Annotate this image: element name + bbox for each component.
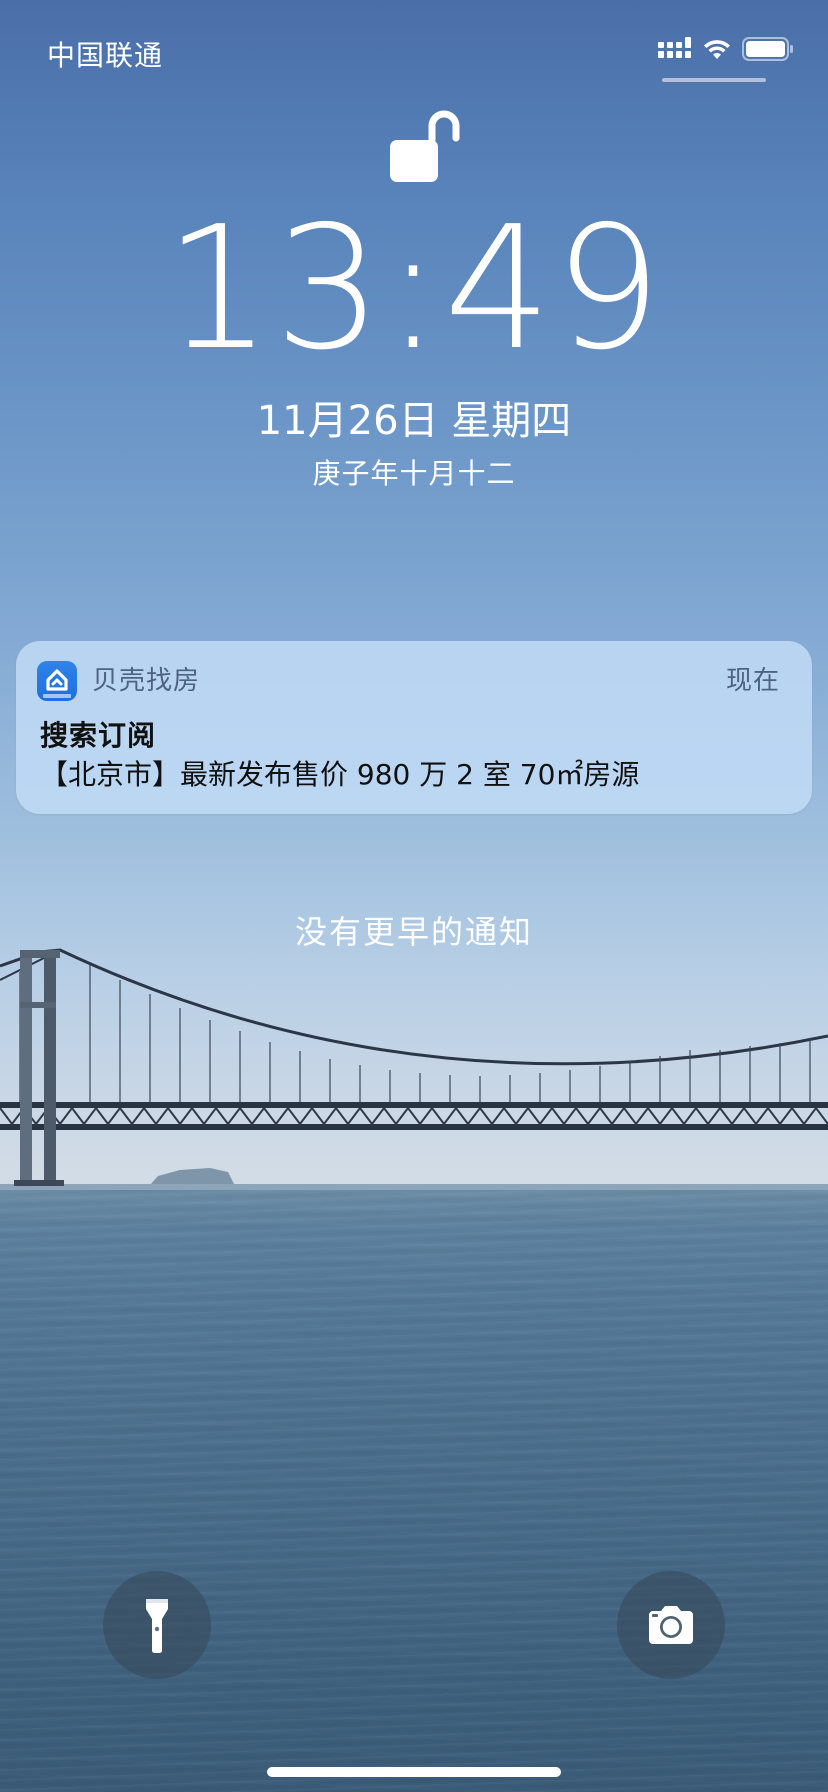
notification-time: 现在 [725,666,780,696]
flashlight-button[interactable] [103,1571,211,1679]
lunar-date: 庚子年十月十二 [312,457,516,490]
no-earlier-notifications-label: 没有更早的通知 [294,913,533,951]
notification-body: 【北京市】最新发布售价 980 万 2 室 70㎡房源 [40,758,640,791]
wallpaper-bridge [0,948,828,1190]
notification-app-name: 贝壳找房 [92,666,201,696]
status-bar: 中国联通 [0,0,828,100]
beike-house-icon [37,661,77,701]
lock-screen-time: 13:49 [164,190,664,388]
wifi-icon [704,40,730,59]
notification-card[interactable]: 贝壳找房 现在 搜索订阅 【北京市】最新发布售价 980 万 2 室 70㎡房源 [16,641,812,814]
control-center-indicator[interactable] [662,78,766,82]
cellular-signal-icon [658,37,691,58]
carrier-name: 中国联通 [47,39,164,72]
camera-button[interactable] [617,1571,725,1679]
unlocked-padlock-icon [390,110,460,182]
status-icons [658,36,794,62]
lock-screen-date: 11月26日 星期四 [256,398,572,444]
notification-title: 搜索订阅 [40,719,157,752]
flashlight-icon [146,1599,168,1654]
camera-icon [649,1606,693,1644]
battery-icon [742,37,793,61]
home-indicator[interactable] [267,1767,561,1777]
wallpaper-sea-ripples [0,1189,828,1792]
